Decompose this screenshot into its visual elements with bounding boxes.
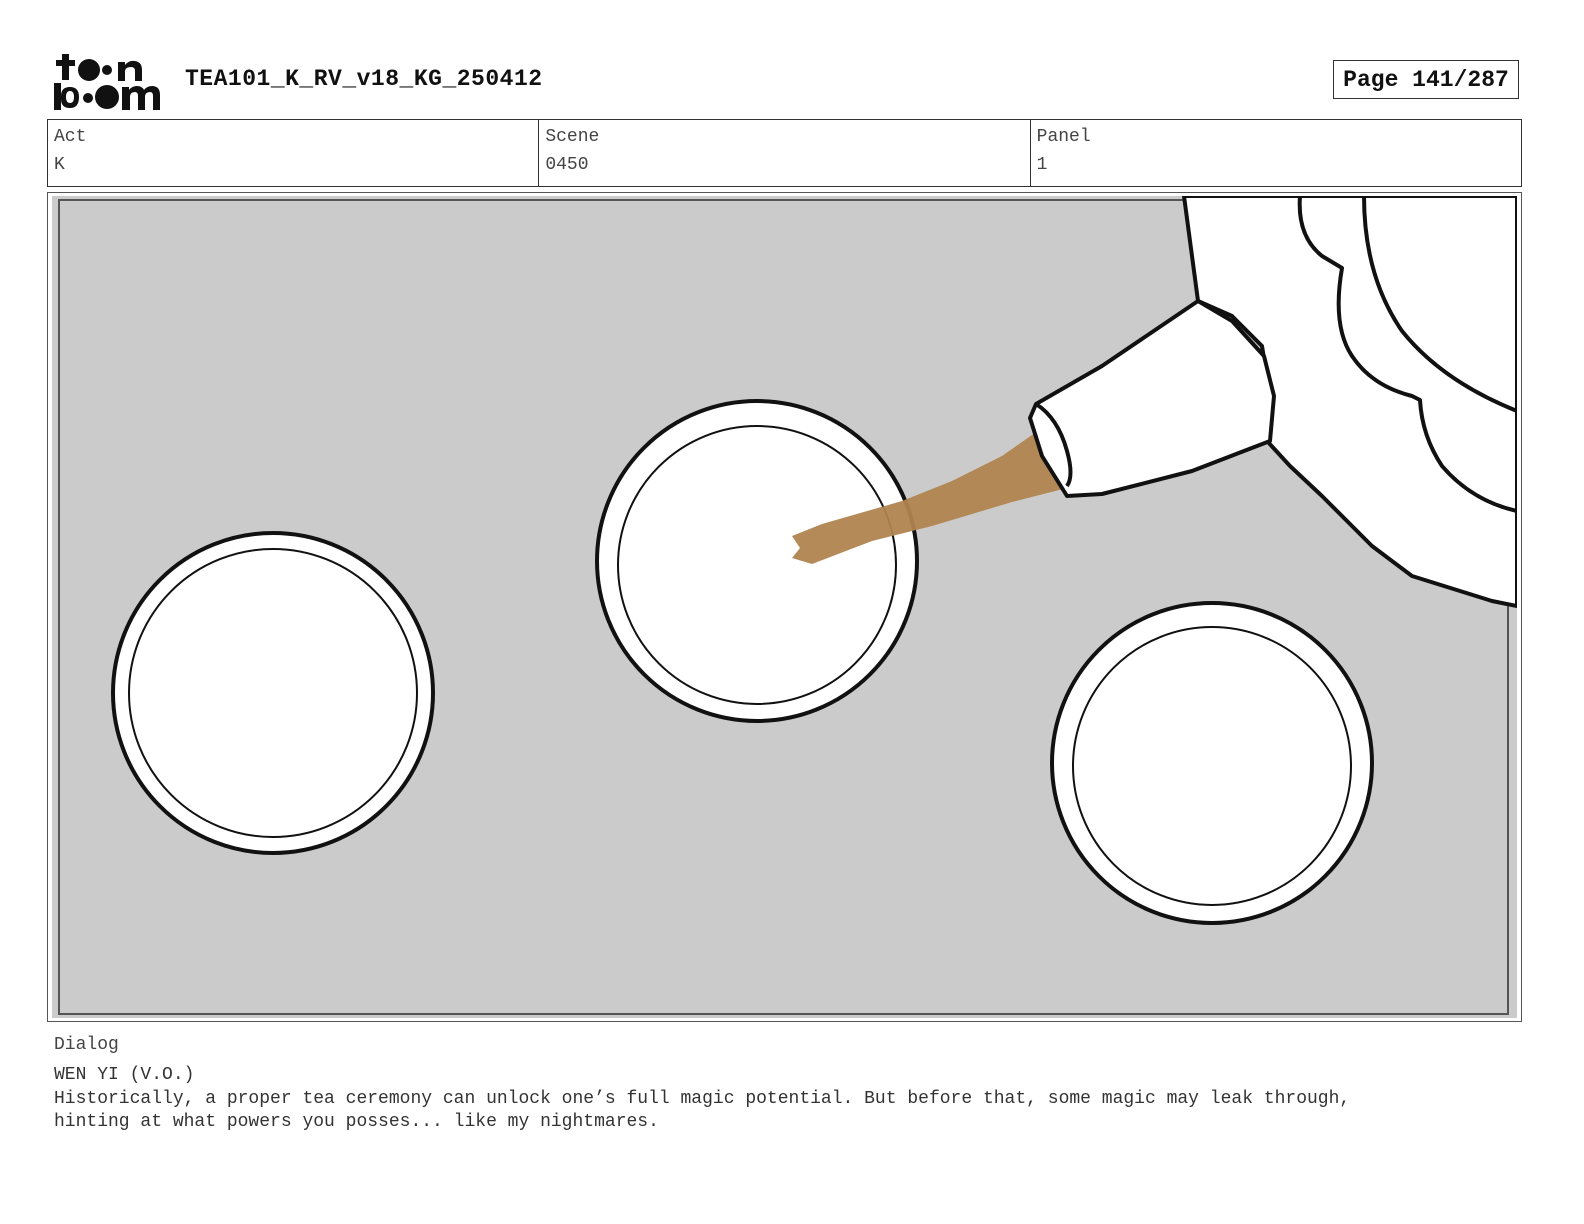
info-table: Act K Scene 0450 Panel 1 — [47, 119, 1522, 187]
panel-label: Panel — [1036, 127, 1091, 147]
panel-value: 1 — [1036, 155, 1048, 175]
toon-boom-logo — [54, 54, 160, 110]
act-value: K — [54, 155, 65, 175]
page-number: Page 141/287 — [1333, 60, 1519, 99]
dialog-character: WEN YI (V.O.) — [54, 1065, 195, 1085]
document-title: TEA101_K_RV_v18_KG_250412 — [185, 66, 543, 92]
tea-cup-middle — [595, 399, 919, 723]
panel-cell: Panel 1 — [1031, 120, 1521, 186]
tea-cup-right — [1050, 601, 1374, 925]
scene-label: Scene — [545, 127, 600, 147]
scene-cell: Scene 0450 — [539, 120, 1031, 186]
scene-value: 0450 — [545, 155, 589, 175]
tea-cup-left — [111, 531, 435, 855]
storyboard-drawing — [52, 196, 1517, 1018]
act-cell: Act K — [48, 120, 540, 186]
act-label: Act — [54, 127, 87, 147]
dialog-text: Historically, a proper tea ceremony can … — [54, 1089, 1351, 1132]
dialog-label: Dialog — [54, 1035, 119, 1055]
